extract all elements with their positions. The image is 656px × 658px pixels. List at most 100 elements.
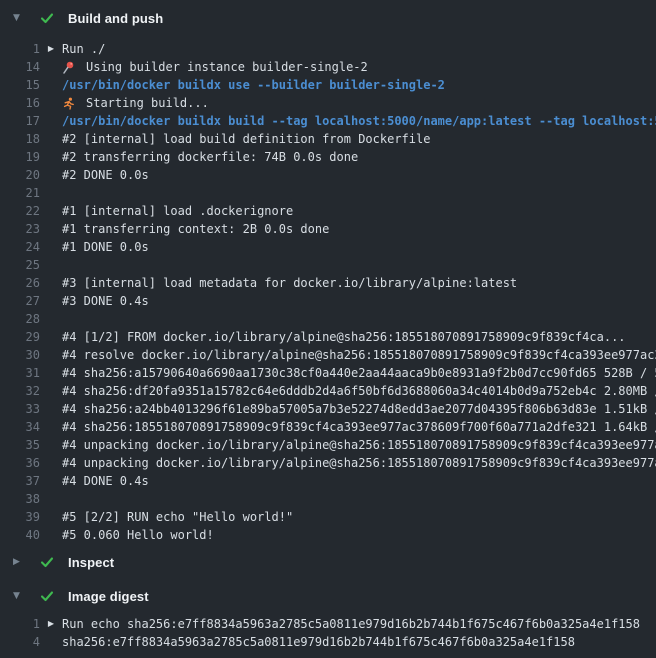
- chevron-right-icon[interactable]: ▶: [13, 558, 25, 567]
- log-line-text: #2 [internal] load build definition from…: [62, 132, 430, 146]
- line-number[interactable]: 35: [0, 438, 40, 452]
- log-text: /usr/bin/docker buildx build --tag local…: [62, 114, 656, 128]
- group-expander-icon[interactable]: ▶: [48, 45, 54, 53]
- log-line-text: #3 [internal] load metadata for docker.i…: [62, 276, 517, 290]
- log-line: 37#4 DONE 0.4s: [0, 472, 656, 490]
- line-number[interactable]: 16: [0, 96, 40, 110]
- line-number[interactable]: 1: [0, 617, 40, 631]
- log-line-text: Run ./: [62, 42, 105, 56]
- line-number[interactable]: 4: [0, 635, 40, 649]
- log-line: 30 #4 resolve docker.io/library/alpine@sh…: [0, 346, 656, 364]
- log-line: 40#5 0.060 Hello world!: [0, 526, 656, 544]
- success-check-icon: [40, 555, 55, 569]
- line-number[interactable]: 15: [0, 78, 40, 92]
- chevron-down-icon[interactable]: ▼: [13, 14, 25, 23]
- section-inspect: ▶ Inspect: [0, 552, 656, 572]
- section-header-inspect[interactable]: ▶ Inspect: [0, 552, 656, 572]
- log-line-text: #2 DONE 0.0s: [62, 168, 149, 182]
- line-number[interactable]: 25: [0, 258, 40, 272]
- expander-slot: ▶: [40, 45, 62, 53]
- pin-icon: [62, 61, 78, 74]
- log-text: #1 transferring context: 2B 0.0s done: [62, 222, 656, 236]
- section-title-image-digest: Image digest: [68, 589, 149, 604]
- line-number[interactable]: 21: [0, 186, 40, 200]
- line-number[interactable]: 33: [0, 402, 40, 416]
- log-text: Starting build...: [62, 96, 656, 110]
- log-line-text: #4 sha256:a24bb4013296f61e89ba57005a7b3e…: [62, 402, 656, 416]
- section-title-inspect: Inspect: [68, 555, 114, 570]
- workflow-log: ▼Build and push1▶Run ./14Using builder i…: [0, 0, 656, 658]
- log-line: 27 #3 DONE 0.4s: [0, 292, 656, 310]
- success-check-icon: [40, 589, 55, 603]
- log-line: 35 #4 unpacking docker.io/library/alpine@…: [0, 436, 656, 454]
- line-number[interactable]: 40: [0, 528, 40, 542]
- log-line-text: #4 sha256:a15790640a6690aa1730c38cf0a440…: [62, 366, 656, 380]
- log-text: Run ./: [62, 42, 656, 56]
- line-number[interactable]: 1: [0, 42, 40, 56]
- log-line-text: /usr/bin/docker buildx build --tag local…: [62, 114, 656, 128]
- line-number[interactable]: 39: [0, 510, 40, 524]
- log-line: 39#5 [2/2] RUN echo "Hello world!": [0, 508, 656, 526]
- line-number[interactable]: 30: [0, 348, 40, 362]
- line-number[interactable]: 32: [0, 384, 40, 398]
- section-image-digest: ▼ Image digest 1 ▶ Run echo sha256:e7ff8834a…: [0, 586, 656, 651]
- section-log-lines-image-digest: 1 ▶ Run echo sha256:e7ff8834a5963a2785c5a0…: [0, 615, 656, 651]
- log-text: Run echo sha256:e7ff8834a5963a2785c5a081…: [62, 617, 656, 631]
- log-line: 34 #4 sha256:185518070891758909c9f839cf4c…: [0, 418, 656, 436]
- log-line: 1 ▶ Run ./: [0, 40, 656, 58]
- log-line-text: /usr/bin/docker buildx use --builder bui…: [62, 78, 445, 92]
- line-number[interactable]: 24: [0, 240, 40, 254]
- log-text: #4 sha256:185518070891758909c9f839cf4ca3…: [62, 420, 656, 434]
- expander-slot: ▶: [40, 620, 62, 628]
- line-number[interactable]: 19: [0, 150, 40, 164]
- log-text: #4 sha256:a15790640a6690aa1730c38cf0a440…: [62, 366, 656, 380]
- log-line-text: #4 sha256:185518070891758909c9f839cf4ca3…: [62, 420, 656, 434]
- section-build-and-push: ▼Build and push 1 ▶ Run ./ 14 Using builder i…: [0, 8, 656, 544]
- line-number[interactable]: 36: [0, 456, 40, 470]
- log-line-text: #4 sha256:df20fa9351a15782c64e6dddb2d4a6…: [62, 384, 656, 398]
- section-header-image-digest[interactable]: ▼ Image digest: [0, 586, 656, 606]
- line-number[interactable]: 34: [0, 420, 40, 434]
- log-line: 33 #4 sha256:a24bb4013296f61e89ba57005a7b…: [0, 400, 656, 418]
- line-number[interactable]: 26: [0, 276, 40, 290]
- log-text: /usr/bin/docker buildx use --builder bui…: [62, 78, 656, 92]
- log-text: #2 transferring dockerfile: 74B 0.0s don…: [62, 150, 656, 164]
- log-text: Using builder instance builder-single-2: [62, 60, 656, 74]
- log-line: 25: [0, 256, 656, 274]
- line-number[interactable]: 31: [0, 366, 40, 380]
- log-line: 31 #4 sha256:a15790640a6690aa1730c38cf0a4…: [0, 364, 656, 382]
- line-number[interactable]: 17: [0, 114, 40, 128]
- log-line: 29 #4 [1/2] FROM docker.io/library/alpine…: [0, 328, 656, 346]
- log-line-text: Using builder instance builder-single-2: [86, 60, 368, 74]
- log-line-text: #4 unpacking docker.io/library/alpine@sh…: [62, 456, 656, 470]
- line-number[interactable]: 28: [0, 312, 40, 326]
- log-text: #1 DONE 0.0s: [62, 240, 656, 254]
- log-line-text: Starting build...: [86, 96, 209, 110]
- log-line: 28: [0, 310, 656, 328]
- log-line-text: #1 DONE 0.0s: [62, 240, 149, 254]
- line-number[interactable]: 37: [0, 474, 40, 488]
- log-line-text: #3 DONE 0.4s: [62, 294, 149, 308]
- log-text: #3 [internal] load metadata for docker.i…: [62, 276, 656, 290]
- line-number[interactable]: 18: [0, 132, 40, 146]
- line-number[interactable]: 22: [0, 204, 40, 218]
- log-text: #4 sha256:a24bb4013296f61e89ba57005a7b3e…: [62, 402, 656, 416]
- line-number[interactable]: 38: [0, 492, 40, 506]
- log-text: #4 [1/2] FROM docker.io/library/alpine@s…: [62, 330, 656, 344]
- line-number[interactable]: 27: [0, 294, 40, 308]
- log-line: 36 #4 unpacking docker.io/library/alpine@…: [0, 454, 656, 472]
- log-text: #4 sha256:df20fa9351a15782c64e6dddb2d4a6…: [62, 384, 656, 398]
- log-line: 26 #3 [internal] load metadata for docker…: [0, 274, 656, 292]
- log-line-text: #4 unpacking docker.io/library/alpine@sh…: [62, 438, 656, 452]
- line-number[interactable]: 14: [0, 60, 40, 74]
- log-line-text: #4 [1/2] FROM docker.io/library/alpine@s…: [62, 330, 626, 344]
- chevron-down-icon[interactable]: ▼: [13, 592, 25, 601]
- log-line-text: #4 resolve docker.io/library/alpine@sha2…: [62, 348, 656, 362]
- line-number[interactable]: 20: [0, 168, 40, 182]
- section-log-lines-build-and-push: 1 ▶ Run ./ 14 Using builder instance builder…: [0, 40, 656, 544]
- line-number[interactable]: 23: [0, 222, 40, 236]
- log-line-text: #1 [internal] load .dockerignore: [62, 204, 293, 218]
- line-number[interactable]: 29: [0, 330, 40, 344]
- group-expander-icon[interactable]: ▶: [48, 620, 54, 628]
- section-header-build-and-push[interactable]: ▼Build and push: [0, 8, 656, 28]
